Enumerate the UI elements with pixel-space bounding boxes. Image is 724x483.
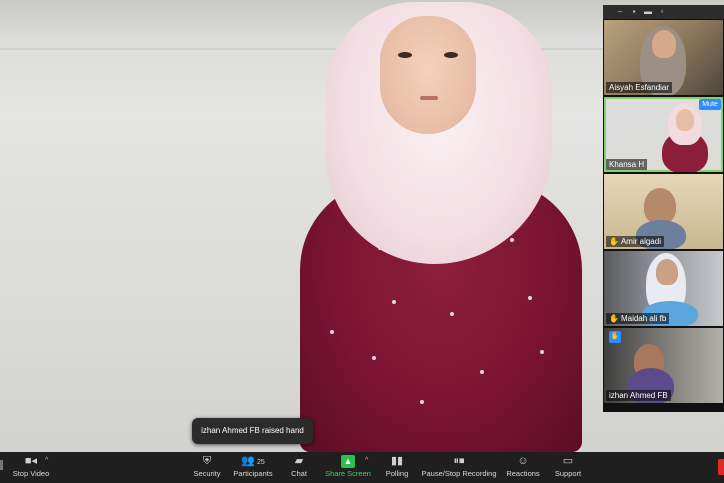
speaker-mouth (420, 96, 438, 100)
participant-tile[interactable]: Mute Khansa H (604, 97, 723, 172)
zoom-meeting-window: – ▪ ▬ ▫ Aisyah Esfandiar Mute Khansa H ✋… (0, 0, 724, 483)
share-screen-icon: ▲ (341, 455, 355, 468)
participants-button[interactable]: 👥 25 Participants (232, 455, 274, 481)
smiley-icon: ☺ (517, 455, 529, 467)
list-view-icon[interactable]: ▬ (644, 8, 652, 16)
participant-tile[interactable]: ✋ Maidah ali fb (604, 251, 723, 326)
polling-button[interactable]: ▮▮ Polling (384, 455, 410, 481)
gallery-toolbar: – ▪ ▬ ▫ (603, 5, 724, 19)
pause-stop-icon: ⏸⏹ (453, 455, 465, 467)
chat-button[interactable]: ▰ Chat (288, 455, 310, 481)
collapse-icon[interactable]: ▫ (658, 8, 666, 16)
chat-bubble-icon: ▰ (294, 455, 304, 467)
meeting-toolbar: ■◂ Stop Video ^ ⛨ Security 👥 25 Participa… (0, 452, 724, 483)
hand-badge-icon: ✋ (609, 331, 621, 343)
participant-face (644, 188, 676, 224)
minimize-icon[interactable]: – (616, 8, 624, 16)
gallery-strip: – ▪ ▬ ▫ Aisyah Esfandiar Mute Khansa H ✋… (603, 5, 724, 412)
video-camera-icon: ■◂ (24, 455, 38, 467)
mute-button[interactable]: Mute (699, 99, 721, 110)
pause-stop-recording-button[interactable]: ⏸⏹ Pause/Stop Recording (421, 455, 496, 481)
raised-hand-icon: ✋ (609, 237, 619, 246)
audio-edge[interactable] (0, 460, 3, 470)
speaker-eye-right (444, 52, 458, 58)
participant-tile[interactable]: Aisyah Esfandiar (604, 20, 723, 95)
participant-face (676, 109, 694, 131)
participants-count: 25 (256, 459, 265, 466)
participant-name: ✋ Maidah ali fb (606, 313, 670, 324)
participant-face (656, 259, 678, 285)
speaker-face (380, 16, 476, 134)
speaker-eye-left (398, 52, 412, 58)
security-button[interactable]: ⛨ Security (190, 455, 224, 481)
share-options-caret-icon[interactable]: ^ (365, 457, 368, 464)
participant-name: izhan Ahmed FB (606, 390, 671, 401)
participant-name: ✋ Amir algadi (606, 236, 664, 247)
participant-name: Khansa H (606, 159, 648, 170)
support-screen-icon: ▭ (562, 455, 574, 467)
raised-hand-notification: izhan Ahmed FB raised hand (192, 418, 313, 444)
participant-tile[interactable]: ✋ izhan Ahmed FB (604, 328, 723, 403)
participant-tile[interactable]: ✋ Amir algadi (604, 174, 723, 249)
raised-hand-icon: ✋ (609, 314, 619, 323)
bar-chart-icon: ▮▮ (390, 455, 404, 467)
end-meeting-button[interactable] (718, 459, 724, 475)
video-options-caret-icon[interactable]: ^ (45, 457, 48, 464)
support-button[interactable]: ▭ Support (553, 455, 583, 481)
grid-view-icon[interactable]: ▪ (630, 8, 638, 16)
participants-icon: 👥 25 (241, 455, 265, 467)
reactions-button[interactable]: ☺ Reactions (505, 455, 541, 481)
shield-icon: ⛨ (202, 455, 212, 467)
participant-name: Aisyah Esfandiar (606, 82, 673, 93)
participant-face (652, 30, 676, 58)
